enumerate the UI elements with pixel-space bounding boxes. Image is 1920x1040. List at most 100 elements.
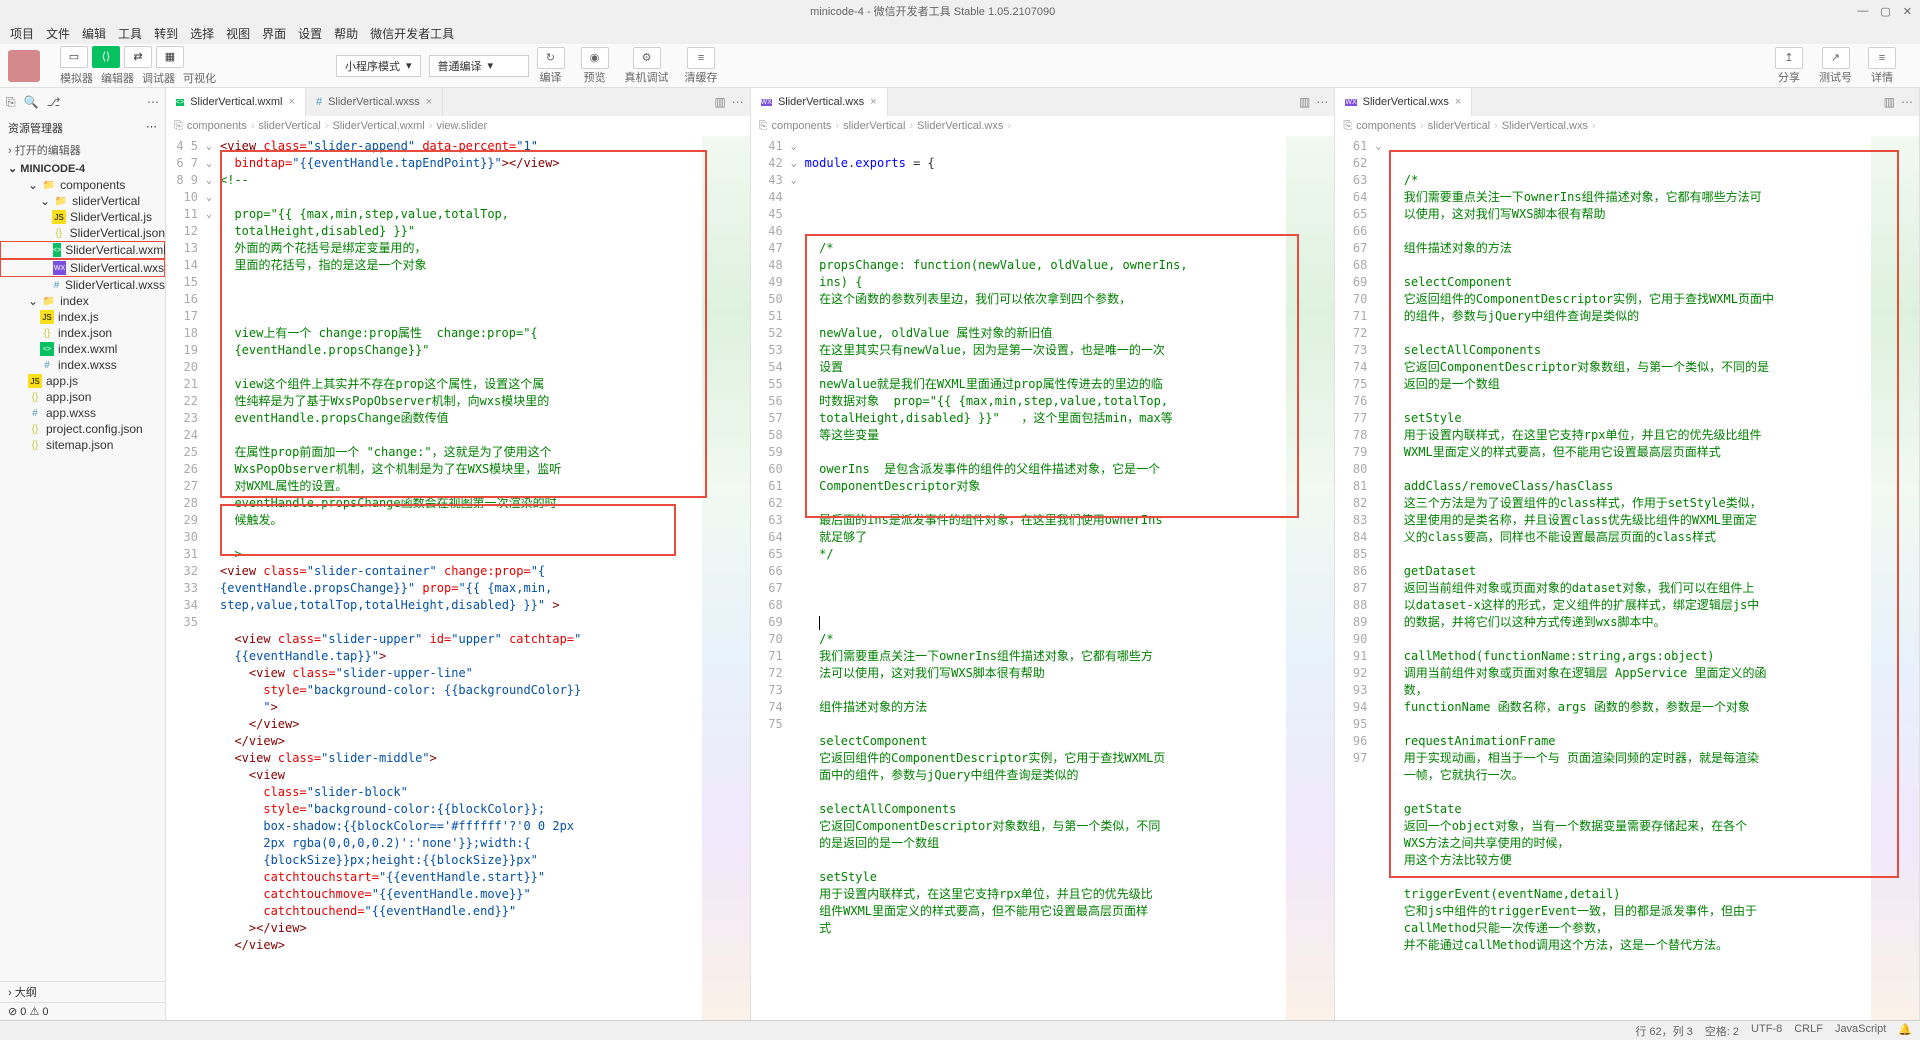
json-icon: {} (28, 422, 42, 436)
encoding[interactable]: UTF-8 (1751, 1023, 1782, 1039)
code-area[interactable]: 61 62 63 64 65 66 67 68 69 70 71 72 73 7… (1335, 136, 1919, 1020)
visual-label: 可视化 (183, 70, 216, 86)
tree-item-project.config.json[interactable]: {} project.config.json (0, 421, 165, 437)
wxss-icon: # (40, 358, 54, 372)
tree-item-SliderVertical.wxs[interactable]: WX SliderVertical.wxs (0, 259, 165, 277)
simulator-button[interactable]: ▭ (60, 46, 88, 68)
code-area[interactable]: 4 5 6 7 8 9 10 11 12 13 14 15 16 17 18 1… (166, 136, 750, 1020)
visual-button[interactable]: ▦ (156, 46, 184, 68)
maximize-icon[interactable]: ▢ (1880, 5, 1890, 18)
tree-item-app.wxss[interactable]: # app.wxss (0, 405, 165, 421)
copy-icon[interactable]: ⎘ (6, 95, 16, 110)
tab-SliderVertical.wxss[interactable]: # SliderVertical.wxss × (306, 88, 443, 116)
editor-button[interactable]: ⟨⟩ (92, 46, 120, 68)
more-icon[interactable]: ⋯ (732, 95, 744, 109)
minimize-icon[interactable]: — (1857, 5, 1868, 18)
menu-选择[interactable]: 选择 (184, 25, 220, 42)
tree-item-SliderVertical.wxss[interactable]: # SliderVertical.wxss (0, 277, 165, 293)
search-icon[interactable]: 🔍 (24, 95, 39, 109)
tree-item-SliderVertical.wxml[interactable]: <> SliderVertical.wxml (0, 241, 165, 259)
branch-icon[interactable]: ⎇ (47, 95, 61, 109)
remote-debug-action[interactable]: ⚙真机调试 (625, 47, 669, 85)
menu-帮助[interactable]: 帮助 (328, 25, 364, 42)
avatar[interactable] (8, 50, 40, 82)
language[interactable]: JavaScript (1835, 1023, 1886, 1039)
status-diag[interactable]: ⊘ 0 ⚠ 0 (0, 1002, 165, 1020)
menubar: 项目文件编辑工具转到选择视图界面设置帮助微信开发者工具 (0, 22, 1920, 44)
wxml-icon: <> (176, 99, 184, 106)
menu-编辑[interactable]: 编辑 (76, 25, 112, 42)
compile-action[interactable]: ↻编译 (537, 47, 565, 85)
project-section[interactable]: ⌄ MINICODE-4 (0, 160, 165, 177)
sidebar-icons: ⎘ 🔍 ⎇ ⋯ (0, 88, 165, 116)
close-icon[interactable]: ✕ (1903, 5, 1912, 18)
wxml-icon: <> (53, 243, 61, 257)
clear-cache-action[interactable]: ≡清缓存 (685, 47, 718, 85)
wxml-icon: <> (40, 342, 54, 356)
simulator-label: 模拟器 (60, 70, 93, 86)
close-tab-icon[interactable]: × (289, 96, 295, 108)
tree-item-index.json[interactable]: {} index.json (0, 325, 165, 341)
tree-item-index.wxml[interactable]: <> index.wxml (0, 341, 165, 357)
more-icon[interactable]: ⋯ (147, 95, 159, 109)
menu-微信开发者工具[interactable]: 微信开发者工具 (364, 25, 460, 42)
minimap[interactable] (702, 136, 750, 1020)
more-icon[interactable]: ⋯ (146, 120, 157, 136)
preview-action[interactable]: ◉预览 (581, 47, 609, 85)
outline-section[interactable]: › 大纲 (0, 981, 165, 1002)
tree-item-app.json[interactable]: {} app.json (0, 389, 165, 405)
close-tab-icon[interactable]: × (870, 96, 876, 108)
more-icon[interactable]: ⋯ (1901, 95, 1913, 109)
minimap[interactable] (1871, 136, 1919, 1020)
js-icon: JS (40, 310, 54, 324)
tree-item-sitemap.json[interactable]: {} sitemap.json (0, 437, 165, 453)
tab-SliderVertical.wxs[interactable]: WX SliderVertical.wxs × (751, 88, 888, 116)
breadcrumb[interactable]: ⎘ components › sliderVertical › SliderVe… (751, 116, 1335, 136)
breadcrumb[interactable]: ⎘ components › sliderVertical › SliderVe… (1335, 116, 1919, 136)
tree-item-index.wxss[interactable]: # index.wxss (0, 357, 165, 373)
menu-工具[interactable]: 工具 (112, 25, 148, 42)
wxss-icon: # (316, 96, 322, 108)
close-tab-icon[interactable]: × (1455, 96, 1461, 108)
open-editors-section[interactable]: › 打开的编辑器 (0, 140, 165, 160)
share-action[interactable]: ↥分享 (1775, 47, 1803, 85)
code-area[interactable]: 41 42 43 44 45 46 47 48 49 50 51 52 53 5… (751, 136, 1335, 1020)
menu-转到[interactable]: 转到 (148, 25, 184, 42)
tree-item-sliderVertical[interactable]: ⌄ 📁 sliderVertical (0, 193, 165, 209)
eol[interactable]: CRLF (1794, 1023, 1823, 1039)
compile-select[interactable]: 普通编译 ▾ (429, 55, 529, 77)
editor-label: 编辑器 (101, 70, 134, 86)
menu-设置[interactable]: 设置 (292, 25, 328, 42)
tree-item-index.js[interactable]: JS index.js (0, 309, 165, 325)
tree-item-SliderVertical.json[interactable]: {} SliderVertical.json (0, 225, 165, 241)
wxss-icon: # (52, 278, 61, 292)
wxss-icon: # (28, 406, 42, 420)
window-title: minicode-4 - 微信开发者工具 Stable 1.05.2107090 (8, 3, 1857, 19)
close-tab-icon[interactable]: × (426, 96, 432, 108)
debugger-button[interactable]: ⇄ (124, 46, 152, 68)
statusbar: 行 62，列 3 空格: 2 UTF-8 CRLF JavaScript 🔔 (0, 1020, 1920, 1040)
breadcrumb[interactable]: ⎘ components › sliderVertical › SliderVe… (166, 116, 750, 136)
menu-界面[interactable]: 界面 (256, 25, 292, 42)
test-action[interactable]: ↗测试号 (1819, 47, 1852, 85)
tab-SliderVertical.wxs[interactable]: WX SliderVertical.wxs × (1335, 88, 1472, 116)
tree-item-app.js[interactable]: JS app.js (0, 373, 165, 389)
more-icon[interactable]: ⋯ (1316, 95, 1328, 109)
split-icon[interactable]: ▥ (1884, 95, 1895, 109)
split-icon[interactable]: ▥ (1299, 95, 1310, 109)
menu-视图[interactable]: 视图 (220, 25, 256, 42)
split-icon[interactable]: ▥ (714, 95, 725, 109)
tab-SliderVertical.wxml[interactable]: <> SliderVertical.wxml × (166, 88, 306, 116)
details-action[interactable]: ≡详情 (1868, 47, 1896, 85)
tree-item-SliderVertical.js[interactable]: JS SliderVertical.js (0, 209, 165, 225)
mode-select[interactable]: 小程序模式 ▾ (336, 55, 421, 77)
tree-item-index[interactable]: ⌄ 📁 index (0, 293, 165, 309)
menu-文件[interactable]: 文件 (40, 25, 76, 42)
tree-item-components[interactable]: ⌄ 📁 components (0, 177, 165, 193)
cursor-pos[interactable]: 行 62，列 3 (1635, 1023, 1692, 1039)
bell-icon[interactable]: 🔔 (1898, 1023, 1912, 1039)
indent[interactable]: 空格: 2 (1705, 1023, 1739, 1039)
minimap[interactable] (1286, 136, 1334, 1020)
json-icon: {} (40, 326, 54, 340)
menu-项目[interactable]: 项目 (4, 25, 40, 42)
